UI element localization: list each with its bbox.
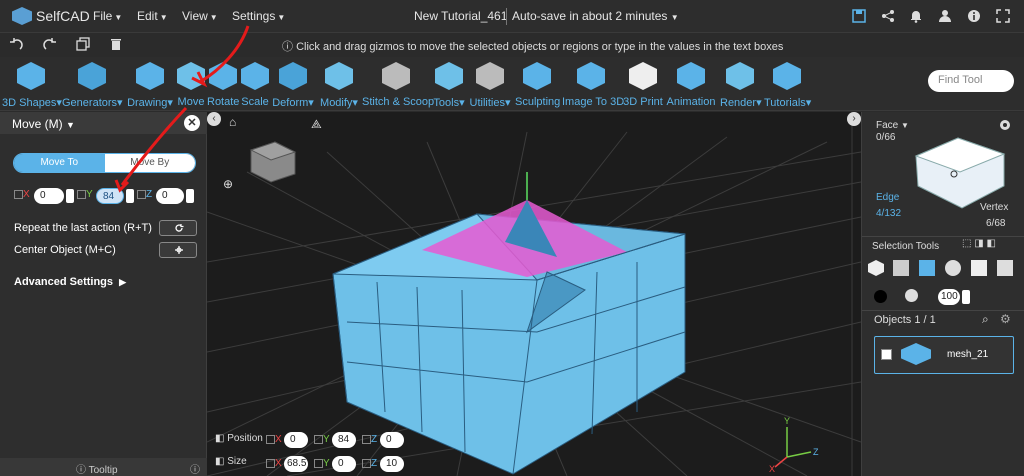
annotation-arrows (114, 25, 250, 193)
